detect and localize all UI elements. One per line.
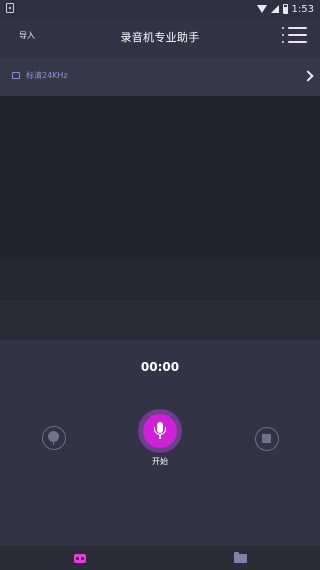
bottom-tab-bar: [0, 546, 320, 570]
menu-icon[interactable]: [282, 25, 308, 45]
stop-button[interactable]: [255, 427, 279, 451]
quality-selector[interactable]: 标清24KHz: [0, 58, 320, 96]
tab-record[interactable]: [0, 546, 160, 570]
folder-icon: [234, 552, 247, 563]
page-title: 录音机专业助手: [120, 31, 200, 44]
recording-timer: 00:00: [140, 360, 180, 374]
tab-files[interactable]: [160, 546, 320, 570]
record-label: 开始: [152, 457, 168, 466]
quality-label: 标清24KHz: [26, 71, 68, 80]
waveform-band: [0, 300, 320, 340]
chevron-right-icon: [302, 70, 314, 82]
status-bar: 1:53: [0, 0, 320, 18]
status-icons: 1:53: [256, 2, 314, 16]
quality-icon: [12, 72, 20, 79]
battery-icon: [282, 4, 288, 14]
app-header: 导入 录音机专业助手: [0, 18, 320, 58]
stop-icon: [262, 434, 271, 443]
status-time: 1:53: [291, 3, 314, 15]
waveform-band: [0, 260, 320, 300]
record-tab-icon: [74, 554, 86, 563]
marker-button[interactable]: [42, 426, 66, 450]
signal-icon: [270, 5, 279, 13]
record-button[interactable]: [143, 414, 177, 448]
wifi-icon: [256, 5, 267, 13]
notification-icon: [6, 3, 14, 13]
mic-icon: [143, 414, 177, 448]
marker-icon: [48, 431, 59, 445]
